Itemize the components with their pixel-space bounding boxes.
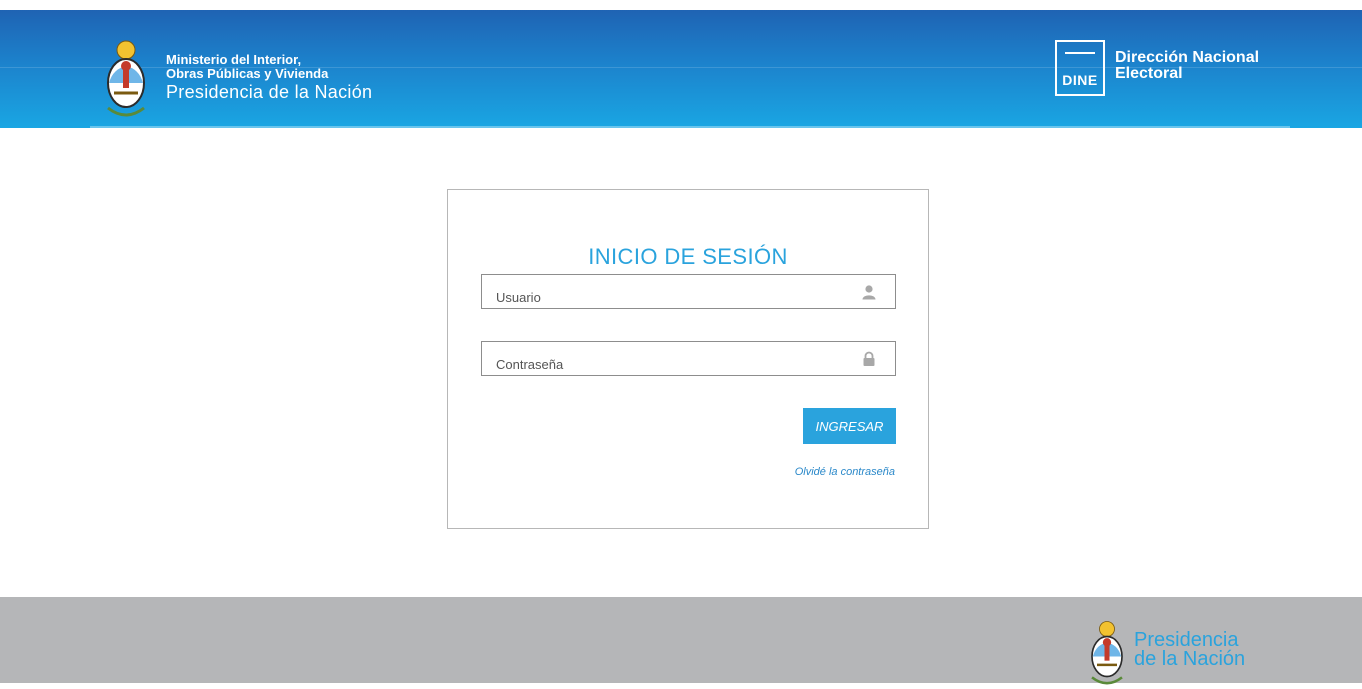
- dine-line-1: Dirección Nacional: [1115, 49, 1260, 66]
- ministry-line-2: Obras Públicas y Vivienda: [166, 66, 329, 81]
- user-icon: [862, 285, 876, 300]
- password-input[interactable]: [482, 342, 895, 375]
- footer-line-2: de la Nación: [1134, 648, 1246, 670]
- ministry-line-1: Ministerio del Interior,: [166, 52, 302, 67]
- page-header: Ministerio del Interior, Obras Públicas …: [0, 10, 1362, 128]
- dine-badge-bar: [1065, 52, 1095, 54]
- dine-line-2: Electoral: [1115, 65, 1183, 82]
- page-footer: Presidencia de la Nación: [0, 597, 1362, 685]
- password-field[interactable]: [481, 341, 896, 376]
- dine-logo: DINE Dirección Nacional Electoral: [1055, 40, 1259, 96]
- dine-badge-text: DINE: [1062, 72, 1098, 88]
- username-field[interactable]: [481, 274, 896, 309]
- lock-icon: [863, 351, 875, 366]
- login-card: INICIO DE SESIÓN INGRESAR Olvidé la cont…: [447, 189, 929, 529]
- forgot-password-link[interactable]: Olvidé la contraseña: [795, 466, 895, 478]
- coat-of-arms-icon: [107, 40, 145, 117]
- ministry-line-3: Presidencia de la Nación: [166, 82, 373, 102]
- ministry-logo: Ministerio del Interior, Obras Públicas …: [104, 38, 372, 118]
- header-bottom-divider: [90, 126, 1290, 128]
- username-input[interactable]: [482, 275, 895, 308]
- footer-coat-of-arms-icon: [1091, 621, 1123, 685]
- footer-logo: Presidencia de la Nación: [1088, 619, 1245, 689]
- login-button[interactable]: INGRESAR: [803, 408, 896, 444]
- login-title: INICIO DE SESIÓN: [588, 244, 788, 269]
- dine-badge: DINE: [1055, 40, 1105, 96]
